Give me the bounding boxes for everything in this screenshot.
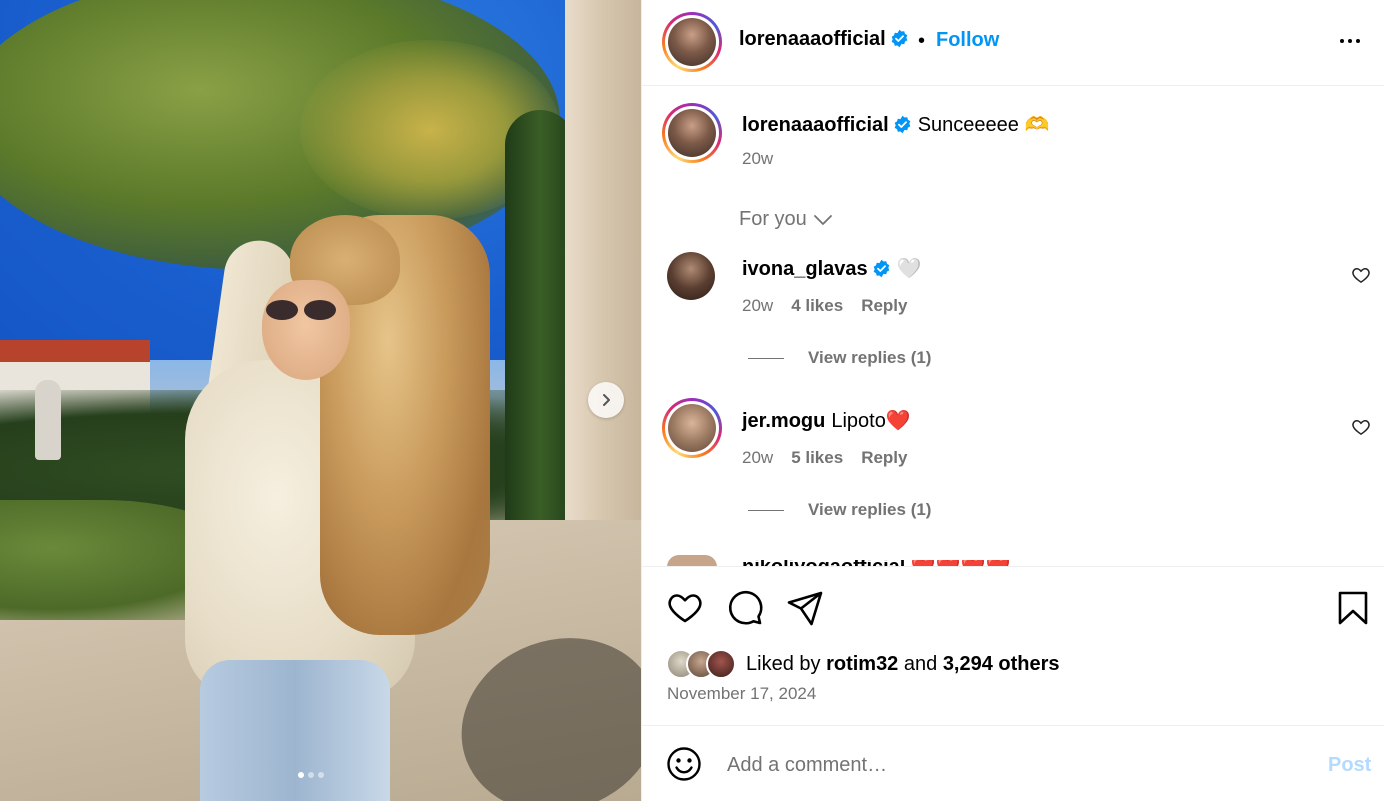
comment-bubble-icon[interactable] — [726, 589, 764, 627]
save-bookmark-icon[interactable] — [1334, 589, 1372, 627]
more-options-icon[interactable] — [1336, 28, 1364, 54]
photo-jeans — [200, 660, 390, 801]
author-username-header[interactable]: lorenaaaofficial — [739, 28, 909, 51]
comment-sort-label: For you — [739, 208, 807, 230]
view-replies-label: View replies (1) — [808, 500, 932, 519]
caption-author-avatar[interactable] — [662, 103, 722, 163]
replies-divider — [748, 357, 784, 359]
comment-like-heart-icon[interactable] — [1351, 417, 1371, 437]
carousel-dot — [298, 772, 304, 778]
photo-statue — [35, 380, 61, 460]
post-photo[interactable] — [0, 0, 641, 801]
like-heart-icon[interactable] — [666, 589, 704, 627]
caption-timestamp[interactable]: 20w — [742, 149, 773, 169]
chevron-down-icon — [813, 214, 832, 225]
photo-face — [262, 280, 350, 380]
reply-button[interactable]: Reply — [861, 296, 907, 316]
commenter-username[interactable]: jer.mogu — [742, 410, 825, 432]
liker-avatar[interactable] — [706, 649, 736, 679]
post-detail-panel: lorenaaaofficial • Follow lorenaaaoffici… — [641, 0, 1384, 801]
post-actions: Liked by rotim32 and 3,294 others Novemb… — [642, 566, 1384, 726]
reply-button[interactable]: Reply — [861, 448, 907, 468]
comment-input[interactable] — [727, 750, 1287, 780]
comment-timestamp[interactable]: 20w — [742, 448, 773, 468]
view-replies-label: View replies (1) — [808, 348, 932, 367]
follow-button[interactable]: Follow — [936, 29, 999, 52]
comment-likes[interactable]: 4 likes — [791, 296, 843, 316]
caption-text: Sunceeeee 🫶 — [917, 114, 1050, 136]
share-send-icon[interactable] — [786, 589, 824, 627]
replies-divider — [748, 509, 784, 511]
liked-by-row: Liked by rotim32 and 3,294 others — [666, 649, 1060, 679]
carousel-next-button[interactable] — [588, 382, 624, 418]
author-avatar[interactable] — [662, 12, 722, 72]
comment-likes[interactable]: 5 likes — [791, 448, 843, 468]
verified-badge-icon — [893, 115, 912, 134]
photo-roof — [0, 340, 150, 362]
likes-count[interactable]: 3,294 others — [943, 653, 1060, 675]
comment-timestamp[interactable]: 20w — [742, 296, 773, 316]
post-date[interactable]: November 17, 2024 — [667, 684, 816, 704]
view-replies-button[interactable]: View replies (1) — [748, 348, 931, 368]
comment-composer: Post — [642, 726, 1384, 801]
caption: lorenaaaofficial Sunceeeee 🫶 — [742, 112, 1049, 137]
commenter-avatar[interactable] — [662, 398, 722, 458]
liked-by-text: Liked by rotim32 and 3,294 others — [746, 652, 1060, 675]
verified-badge-icon — [872, 259, 891, 278]
commenter-username[interactable]: ivona_glavas — [742, 258, 868, 280]
carousel-dot — [308, 772, 314, 778]
post-header: lorenaaaofficial • Follow — [642, 0, 1384, 86]
caption-author-username[interactable]: lorenaaaofficial — [742, 114, 889, 136]
comment-text: 🤍 — [896, 258, 922, 280]
carousel-dot — [318, 772, 324, 778]
comment-text: Lipoto❤️ — [831, 410, 911, 432]
comment-like-heart-icon[interactable] — [1351, 265, 1371, 285]
comment-sort-dropdown[interactable]: For you — [739, 208, 833, 231]
post-comment-button[interactable]: Post — [1328, 754, 1371, 777]
view-replies-button[interactable]: View replies (1) — [748, 500, 931, 520]
emoji-picker-icon[interactable] — [666, 746, 702, 782]
liked-by-user[interactable]: rotim32 — [826, 653, 898, 675]
photo-sunglasses — [262, 300, 342, 322]
header-separator: • — [918, 30, 926, 52]
verified-badge-icon — [890, 29, 909, 48]
commenter-avatar[interactable] — [667, 252, 715, 300]
chevron-right-icon — [603, 394, 610, 406]
comment-meta: 20w 5 likes Reply — [742, 448, 907, 468]
carousel-dots — [298, 772, 324, 778]
comment-meta: 20w 4 likes Reply — [742, 296, 907, 316]
